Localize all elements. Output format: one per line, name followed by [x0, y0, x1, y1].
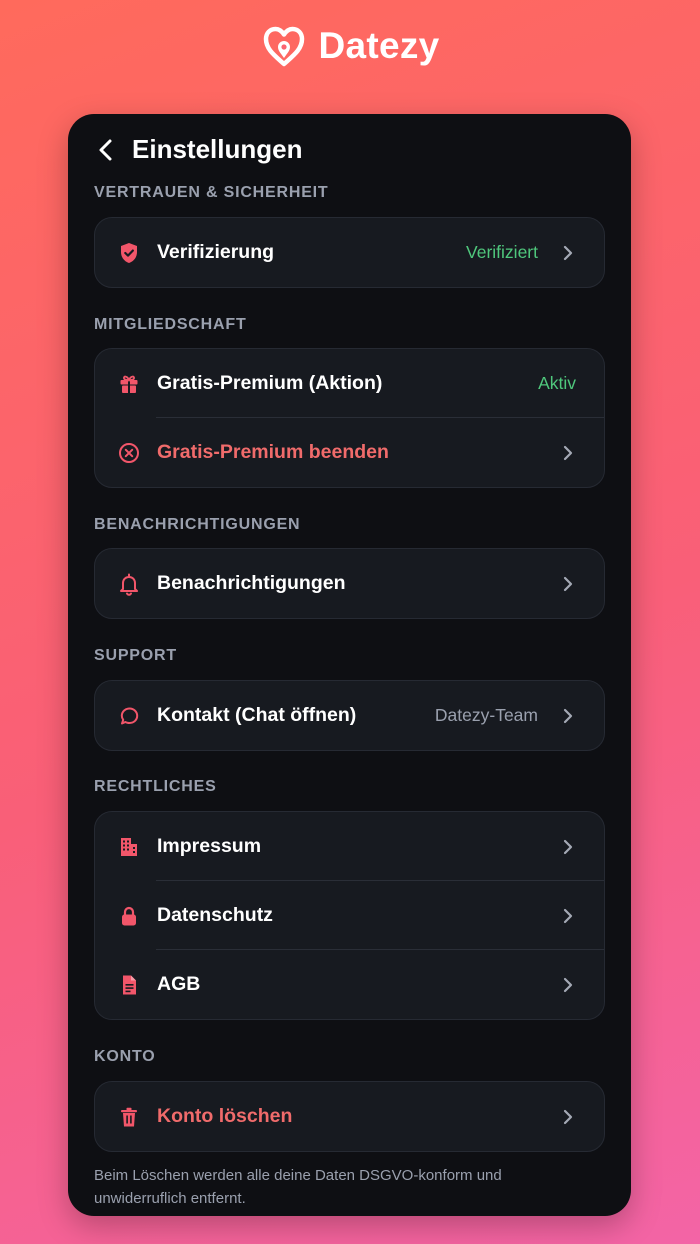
- chevron-right-icon: [560, 1109, 576, 1125]
- imprint-label: Impressum: [157, 835, 262, 857]
- verification-row[interactable]: Verifizierung Verifiziert: [95, 218, 604, 287]
- contact-row[interactable]: Kontakt (Chat öffnen) Datezy-Team: [95, 681, 604, 750]
- card-trust: Verifizierung Verifiziert: [94, 217, 605, 288]
- trash-icon: [115, 1103, 143, 1131]
- chevron-right-icon: [560, 839, 576, 855]
- chevron-right-icon: [560, 977, 576, 993]
- lock-icon: [115, 902, 143, 930]
- bell-icon: [115, 570, 143, 598]
- circle-x-icon: [115, 439, 143, 467]
- section-title-notifications: BENACHRICHTIGUNGEN: [94, 516, 301, 533]
- building-icon: [115, 833, 143, 861]
- card-legal: Impressum Datenschutz AGB: [94, 811, 605, 1020]
- page-title: Einstellungen: [132, 134, 303, 164]
- chat-bubble-icon: [115, 702, 143, 730]
- shield-check-icon: [115, 239, 143, 267]
- settings-screen: Einstellungen VERTRAUEN & SICHERHEIT Ver…: [68, 114, 631, 1216]
- delete-account-row[interactable]: Konto löschen: [95, 1082, 604, 1151]
- chevron-right-icon: [560, 708, 576, 724]
- verification-label: Verifizierung: [157, 241, 275, 263]
- verification-status: Verifiziert: [466, 242, 538, 262]
- terms-label: AGB: [157, 973, 201, 995]
- chevron-left-icon: [99, 139, 112, 161]
- brand-header: Datezy: [0, 22, 700, 70]
- privacy-row[interactable]: Datenschutz: [95, 881, 604, 950]
- section-title-trust: VERTRAUEN & SICHERHEIT: [94, 184, 329, 201]
- privacy-label: Datenschutz: [157, 904, 273, 926]
- back-button[interactable]: [92, 136, 120, 164]
- chevron-right-icon: [560, 576, 576, 592]
- section-title-support: SUPPORT: [94, 647, 177, 664]
- terms-row[interactable]: AGB: [95, 950, 604, 1019]
- end-premium-row[interactable]: Gratis-Premium beenden: [95, 418, 604, 487]
- premium-promo-label: Gratis-Premium (Aktion): [157, 372, 383, 394]
- contact-team-value: Datezy-Team: [434, 705, 538, 725]
- card-notifications: Benachrichtigungen: [94, 548, 605, 619]
- contact-label: Kontakt (Chat öffnen): [157, 704, 357, 726]
- notifications-row[interactable]: Benachrichtigungen: [95, 549, 604, 618]
- imprint-row[interactable]: Impressum: [95, 812, 604, 881]
- section-title-membership: MITGLIEDSCHAFT: [94, 316, 247, 333]
- heart-pin-logo-icon: [264, 26, 305, 67]
- section-title-legal: RECHTLICHES: [94, 778, 217, 795]
- top-bar: Einstellungen: [68, 114, 631, 186]
- gift-icon: [115, 370, 143, 398]
- notifications-label: Benachrichtigungen: [157, 572, 346, 594]
- brand-name: Datezy: [318, 25, 440, 66]
- premium-status: Aktiv: [538, 373, 576, 393]
- delete-account-label: Konto löschen: [157, 1105, 293, 1127]
- end-premium-label: Gratis-Premium beenden: [157, 441, 389, 463]
- delete-account-note: Beim Löschen werden alle deine Daten DSG…: [94, 1167, 502, 1207]
- chevron-right-icon: [560, 445, 576, 461]
- premium-promo-row[interactable]: Gratis-Premium (Aktion) Aktiv: [95, 349, 604, 418]
- chevron-right-icon: [560, 245, 576, 261]
- section-title-account: KONTO: [94, 1048, 156, 1065]
- card-membership: Gratis-Premium (Aktion) Aktiv Gratis-Pre…: [94, 348, 605, 488]
- card-support: Kontakt (Chat öffnen) Datezy-Team: [94, 680, 605, 751]
- card-account: Konto löschen: [94, 1081, 605, 1152]
- chevron-right-icon: [560, 908, 576, 924]
- document-icon: [115, 971, 143, 999]
